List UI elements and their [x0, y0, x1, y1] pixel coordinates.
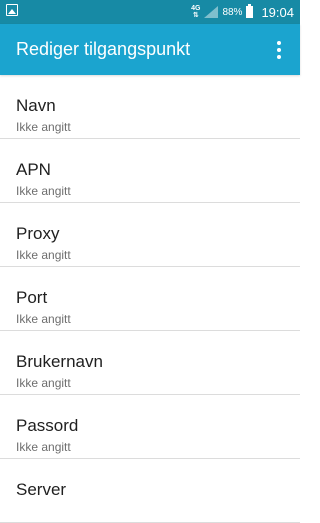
- dot: [277, 41, 281, 45]
- setting-summary: Ikke angitt: [16, 120, 71, 134]
- page-title: Rediger tilgangspunkt: [16, 39, 191, 59]
- setting-proxy[interactable]: Proxy Ikke angitt: [0, 203, 300, 267]
- battery-icon: [246, 4, 254, 18]
- settings-list: Navn Ikke angitt APN Ikke angitt Proxy I…: [0, 75, 300, 523]
- setting-title: Passord: [16, 416, 79, 435]
- setting-navn[interactable]: Navn Ikke angitt: [0, 75, 300, 139]
- setting-brukernavn[interactable]: Brukernavn Ikke angitt: [0, 331, 300, 395]
- setting-summary: Ikke angitt: [16, 248, 71, 262]
- more-options-icon[interactable]: [264, 36, 294, 64]
- status-bar: 4G ⇅ 88% 19:04: [0, 0, 300, 24]
- setting-title: APN: [16, 160, 51, 179]
- clock: 19:04: [261, 4, 294, 20]
- status-left: [6, 4, 18, 16]
- setting-title: Proxy: [16, 224, 60, 243]
- network-type-label: 4G: [191, 5, 201, 12]
- setting-apn[interactable]: APN Ikke angitt: [0, 139, 300, 203]
- setting-passord[interactable]: Passord Ikke angitt: [0, 395, 300, 459]
- data-activity-icon: ⇅: [192, 12, 199, 19]
- status-icons: 4G ⇅ 88% 19:04: [191, 0, 294, 24]
- setting-title: Navn: [16, 96, 56, 115]
- signal-strength-icon: [204, 6, 219, 18]
- setting-title: Brukernavn: [16, 352, 103, 371]
- battery-percent: 88%: [222, 6, 243, 18]
- setting-summary: Ikke angitt: [16, 440, 71, 454]
- setting-summary: Ikke angitt: [16, 312, 71, 326]
- setting-summary: Ikke angitt: [16, 376, 71, 390]
- dot: [277, 55, 281, 59]
- setting-title: Port: [16, 288, 48, 307]
- setting-title: Server: [16, 480, 67, 499]
- setting-server[interactable]: Server: [0, 459, 300, 523]
- network-type-indicator: 4G ⇅: [191, 5, 200, 19]
- dot: [277, 48, 281, 52]
- app-bar: Rediger tilgangspunkt: [0, 24, 300, 75]
- gallery-notification-icon: [6, 4, 18, 16]
- setting-port[interactable]: Port Ikke angitt: [0, 267, 300, 331]
- setting-summary: Ikke angitt: [16, 184, 71, 198]
